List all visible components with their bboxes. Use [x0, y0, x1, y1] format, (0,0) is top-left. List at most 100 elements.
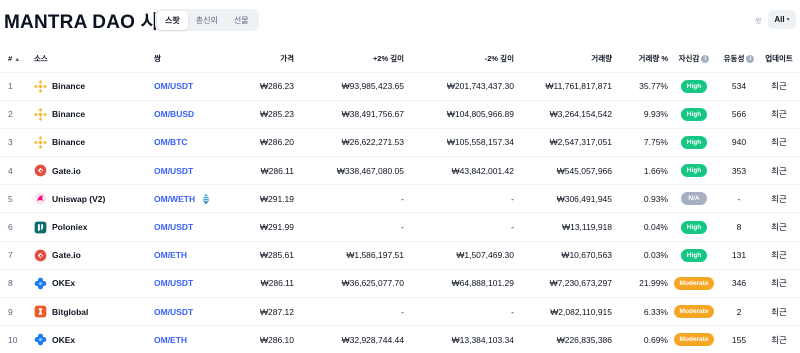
liquidity-cell: 131 [720, 241, 758, 270]
table-row[interactable]: 1 Binance OM/USDT ₩286.23 ₩93,985,423.65 ₩201… [0, 72, 800, 101]
rank-cell: 2 [0, 100, 34, 129]
exchange-source[interactable]: OKEx [34, 333, 154, 346]
depth-minus-cell: ₩43,842,001.42 [404, 156, 514, 186]
okex-logo [34, 277, 47, 290]
pair-link[interactable]: OM/WETH [154, 194, 195, 204]
rank-cell: 9 [0, 297, 34, 327]
price-cell: ₩286.23 [236, 72, 294, 101]
table-row[interactable]: 6 Poloniex OM/USDT ₩291.99- - ₩13,119,918 0.04… [0, 212, 800, 242]
table-row[interactable]: 3 Binance OM/BTC ₩286.20 ₩26,622,271.53 ₩105,… [0, 128, 800, 158]
rank-cell: 5 [0, 184, 34, 214]
info-icon[interactable]: i [701, 55, 710, 64]
volume-pct-cell: 0.03% [612, 241, 668, 270]
depth-plus-cell: - [294, 212, 404, 242]
poloniex-logo [34, 221, 47, 234]
pair-link[interactable]: OM/USDT [154, 307, 193, 317]
depth-minus-cell: ₩201,743,437.30 [404, 72, 514, 101]
exchange-name: OKEx [52, 278, 76, 289]
pair-link[interactable]: OM/ETH [154, 335, 187, 345]
pair-filter-dropdown[interactable]: All ▾ [768, 10, 796, 29]
updated-cell: 최근 [758, 269, 800, 299]
liquidity-cell: 566 [720, 100, 758, 129]
pair-link[interactable]: OM/USDT [154, 166, 193, 176]
volume-cell: ₩2,082,110,915 [514, 297, 612, 327]
col-volume[interactable]: 거래량 [514, 46, 612, 73]
liquidity-cell: 346 [720, 269, 758, 299]
table-row[interactable]: 8 OKEx OM/USDT ₩286.11 ₩36,625,077.70 ₩64,888… [0, 269, 800, 299]
liquidity-cell: 353 [720, 156, 758, 186]
volume-pct-cell: 21.99% [612, 269, 668, 299]
price-cell: ₩291.99 [236, 212, 294, 242]
confidence-badge: High [680, 248, 708, 262]
col-rank[interactable]: # ▲ [0, 46, 34, 73]
exchange-name: Bitglobal [52, 306, 89, 317]
col-updated[interactable]: 업데이트 [758, 46, 800, 73]
tab-futures[interactable]: 선물 [226, 11, 257, 30]
col-pair[interactable]: 쌍 [154, 46, 236, 73]
volume-pct-cell: 0.93% [612, 184, 668, 214]
exchange-source[interactable]: Bitglobal [34, 305, 154, 318]
table-row[interactable]: 4 Gate.io OM/USDT ₩286.11 ₩338,467,080.05 ₩43… [0, 156, 800, 186]
volume-pct-cell: 6.33% [612, 297, 668, 327]
price-cell: ₩291.19 [236, 184, 294, 214]
col-depth-minus[interactable]: -2% 깊이 [404, 46, 514, 73]
binance-logo [34, 79, 47, 93]
okex-logo [34, 333, 47, 346]
col-source[interactable]: 소스 [34, 46, 154, 73]
price-cell: ₩285.23 [236, 100, 294, 129]
exchange-name: Uniswap (V2) [52, 193, 106, 204]
liquidity-cell: - [720, 184, 758, 214]
volume-cell: ₩7,230,673,297 [514, 269, 612, 299]
table-row[interactable]: 9 Bitglobal OM/USDT ₩287.12- - ₩2,082,110,915… [0, 297, 800, 327]
pair-link[interactable]: OM/BTC [154, 137, 188, 147]
updated-cell: 최근 [758, 156, 800, 186]
info-icon[interactable]: i [746, 55, 755, 64]
tab-perpetual[interactable]: 총신의 [188, 11, 226, 30]
col-depth-plus[interactable]: +2% 깊이 [294, 46, 404, 73]
table-row[interactable]: 10 OKEx OM/ETH ₩286.10 ₩32,928,744.44 ₩13,384… [0, 325, 800, 353]
confidence-badge: High [680, 164, 708, 178]
tab-spot[interactable]: 스팟 [157, 10, 188, 30]
exchange-source[interactable]: Poloniex [34, 221, 154, 234]
exchange-name: Poloniex [52, 222, 88, 233]
exchange-source[interactable]: Gate.io [34, 249, 154, 262]
table-row[interactable]: 7 Gate.io OM/ETH ₩285.61 ₩1,586,197.51 ₩1,507… [0, 241, 800, 270]
col-liquidity[interactable]: 유동성 i [720, 46, 758, 73]
pair-link[interactable]: OM/USDT [154, 222, 193, 232]
col-price[interactable]: 가격 [236, 46, 294, 73]
gateio-logo [34, 164, 47, 177]
depth-plus-cell: ₩36,625,077.70 [294, 269, 404, 299]
gateio-logo [34, 249, 47, 262]
depth-minus-cell: - [404, 184, 514, 214]
col-confidence[interactable]: 자신감 i [668, 46, 720, 73]
pair-link[interactable]: OM/ETH [154, 250, 187, 260]
price-cell: ₩286.11 [236, 156, 294, 186]
pair-link[interactable]: OM/USDT [154, 81, 193, 91]
exchange-source[interactable]: Gate.io [34, 164, 154, 177]
exchange-source[interactable]: Uniswap (V2) [34, 192, 154, 205]
exchange-source[interactable]: Binance [34, 79, 154, 93]
pair-filter-value: All [774, 15, 785, 24]
col-volume-pct[interactable]: 거래량 % [612, 46, 668, 73]
depth-plus-cell: ₩38,491,756.67 [294, 100, 404, 129]
exchange-source[interactable]: Binance [34, 136, 154, 149]
liquidity-cell: 534 [720, 72, 758, 101]
volume-pct-cell: 1.66% [612, 156, 668, 186]
chevron-down-icon: ▾ [786, 17, 790, 23]
pair-link[interactable]: OM/BUSD [154, 109, 194, 119]
rank-cell: 4 [0, 156, 34, 186]
depth-minus-cell: - [404, 212, 514, 242]
updated-cell: 최근 [758, 212, 800, 242]
exchange-name: Binance [52, 81, 86, 92]
exchange-source[interactable]: OKEx [34, 277, 154, 290]
table-row[interactable]: 5 Uniswap (V2) OM/WETH ₩291.19- - ₩306,491,94… [0, 184, 800, 214]
depth-minus-cell: ₩105,558,157.34 [404, 128, 514, 158]
depth-plus-cell: - [294, 297, 404, 327]
price-cell: ₩287.12 [236, 297, 294, 327]
volume-cell: ₩3,264,154,542 [514, 100, 612, 129]
pair-link[interactable]: OM/USDT [154, 278, 193, 288]
depth-plus-cell: ₩338,467,080.05 [294, 156, 404, 186]
rank-cell: 1 [0, 72, 34, 101]
exchange-source[interactable]: Binance [34, 107, 154, 121]
table-row[interactable]: 2 Binance OM/BUSD ₩285.23 ₩38,491,756.67 ₩104… [0, 100, 800, 129]
